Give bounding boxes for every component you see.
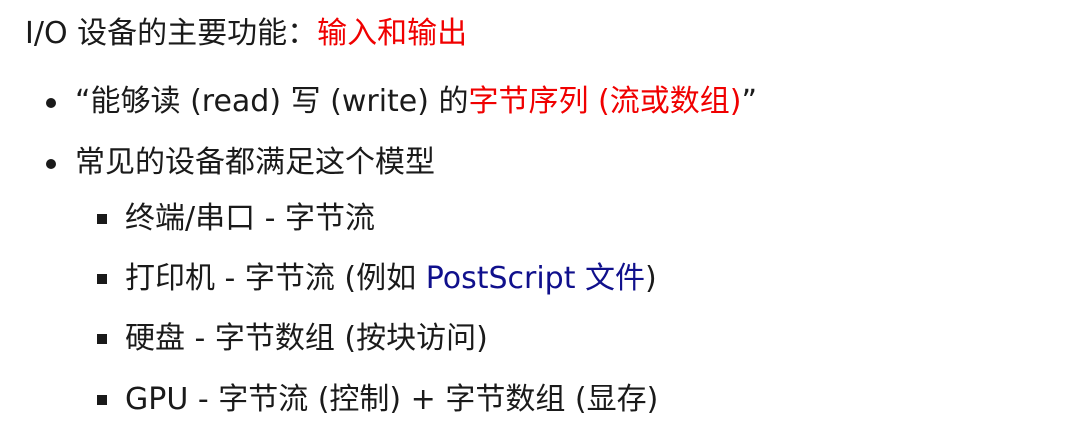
sub-bullet-disk: 硬盘 - 字节数组 (按块访问) bbox=[125, 317, 488, 361]
postscript-link[interactable]: PostScript 文件 bbox=[426, 261, 645, 296]
bullet-highlight: 字节序列 (流或数组) bbox=[468, 84, 742, 119]
bullet-device-model: 常见的设备都满足这个模型 bbox=[75, 141, 435, 185]
sub-bullet-text: 硬盘 - 字节数组 (按块访问) bbox=[125, 321, 488, 356]
open-quote: “ bbox=[75, 84, 91, 119]
sub-bullet-gpu: GPU - 字节流 (控制) + 字节数组 (显存) bbox=[125, 378, 658, 422]
close-quote: ” bbox=[741, 84, 757, 119]
slide-heading: I/O 设备的主要功能：输入和输出 bbox=[25, 12, 467, 56]
sub-bullet-text-end: ) bbox=[645, 261, 657, 296]
bullet-text: 能够读 (read) 写 (write) 的 bbox=[90, 84, 469, 119]
square-bullet-icon bbox=[97, 395, 107, 405]
sub-bullet-text: 打印机 - 字节流 (例如 bbox=[125, 261, 426, 296]
square-bullet-icon bbox=[97, 214, 107, 224]
heading-prefix: I/O 设备的主要功能： bbox=[25, 16, 318, 51]
sub-bullet-terminal: 终端/串口 - 字节流 bbox=[125, 197, 375, 241]
sub-bullet-text: GPU - 字节流 (控制) + 字节数组 (显存) bbox=[125, 382, 659, 417]
bullet-dot-icon bbox=[46, 98, 56, 108]
square-bullet-icon bbox=[97, 334, 107, 344]
bullet-dot-icon bbox=[46, 159, 56, 169]
sub-bullet-printer: 打印机 - 字节流 (例如 PostScript 文件) bbox=[125, 257, 657, 301]
bullet-text: 常见的设备都满足这个模型 bbox=[75, 145, 435, 180]
sub-bullet-text: 终端/串口 - 字节流 bbox=[125, 201, 376, 236]
slide: I/O 设备的主要功能：输入和输出 “能够读 (read) 写 (write) … bbox=[0, 0, 1076, 426]
square-bullet-icon bbox=[97, 274, 107, 284]
bullet-read-write: “能够读 (read) 写 (write) 的字节序列 (流或数组)” bbox=[75, 80, 757, 124]
heading-highlight: 输入和输出 bbox=[317, 16, 468, 51]
